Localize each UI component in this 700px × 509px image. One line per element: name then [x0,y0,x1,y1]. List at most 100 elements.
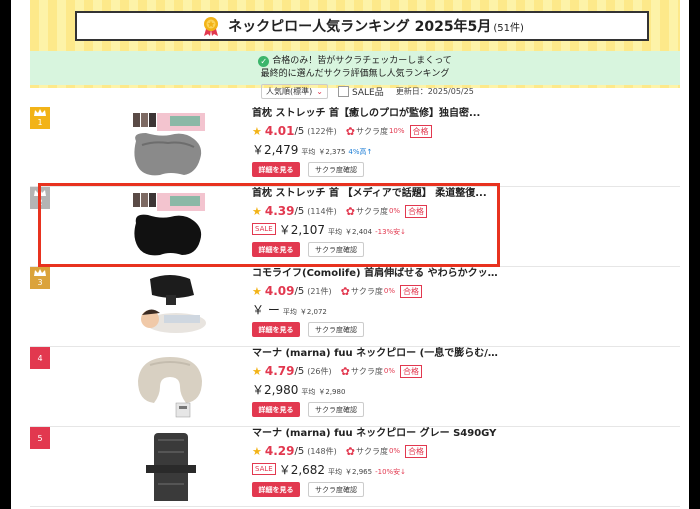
product-row: 3 コモライフ(Comolife) 首肩伸ばせる やわらかクッショ... ★ 4… [30,267,680,347]
banner-line-2: 最終的に選んだサクラ評価無し人気ランキング [260,69,450,79]
page-title: ネックピロー人気ランキング 2025年5月 [228,19,492,35]
star-icon: ★ [252,364,262,378]
detail-button[interactable]: 詳細を見る [252,482,300,497]
review-count: (26件) [307,366,332,376]
crown-icon [34,269,46,276]
sakura-score: ✿ サクラ度 10% [346,125,405,138]
product-info: マーナ (marna) fuu ネックピロー グレー S490GY ★ 4.29… [252,427,672,497]
rating-max: /5 [294,125,305,137]
crown-icon [34,109,46,116]
action-buttons: 詳細を見る サクラ度確認 [252,242,672,257]
price-line: SALE ￥2,107 平均 ￥2,404 -13%安↓ [252,221,672,237]
rating-score: 4.01 [264,124,295,138]
rating-max: /5 [294,205,305,217]
price-line: ￥ ー 平均 ￥2,072 [252,301,672,317]
sakura-check-button[interactable]: サクラ度確認 [308,402,364,417]
product-image[interactable] [130,191,210,261]
avg-price: ￥2,965 [345,468,373,476]
avg-price: ￥2,375 [318,148,346,156]
rating-line: ★ 4.29 /5 (148件) ✿ サクラ度 0% 合格 [252,443,672,459]
product-image[interactable] [130,111,210,181]
rating-score: 4.29 [264,444,295,458]
product-row: 1 首枕 ストレッチ 首【癒しのプロが監修】独自密... ★ 4.01 /5 (… [30,107,680,187]
rank-badge: 5 [30,427,50,449]
sakura-check-button[interactable]: サクラ度確認 [308,482,364,497]
rank-badge: 1 [30,107,50,129]
pass-badge: 合格 [399,284,422,298]
product-info: 首枕 ストレッチ 首 【メディアで話題】 柔道整復... ★ 4.39 /5 (… [252,187,672,257]
product-name[interactable]: マーナ (marna) fuu ネックピロー グレー S490GY [252,427,504,441]
price-line: ￥2,980 平均 ￥2,980 [252,381,672,397]
medal-icon [204,17,219,36]
price: ￥2,479 [252,143,299,157]
sakura-percent: 0% [388,447,401,455]
sakura-check-button[interactable]: サクラ度確認 [308,162,364,177]
product-row: 4 マーナ (marna) fuu ネックピロー (一息で膨らむ/たた... ★… [30,347,680,427]
sakura-flower-icon: ✿ [345,124,355,138]
product-name[interactable]: コモライフ(Comolife) 首肩伸ばせる やわらかクッショ... [252,267,504,281]
review-count: (122件) [307,126,337,136]
price-line: ￥2,479 平均 ￥2,375 4%高↑ [252,141,672,157]
avg-price-label: 平均 [328,228,343,236]
review-count: (148件) [307,446,337,456]
star-icon: ★ [252,284,262,298]
sale-filter[interactable]: SALE品 [337,85,384,98]
pass-badge: 合格 [405,444,428,458]
rank-number: 3 [37,278,43,287]
pass-badge: 合格 [399,364,422,378]
info-banner: ✓ 合格のみ！皆がサクラチェッカーしまくって 最終的に選んだサクラ評価無し人気ラ… [30,51,680,85]
avg-price-label: 平均 [328,468,343,476]
price-diff: 4%高↑ [348,148,373,156]
detail-button[interactable]: 詳細を見る [252,402,300,417]
sakura-flower-icon: ✿ [340,284,350,298]
rank-badge: 3 [30,267,50,289]
sale-tag: SALE [252,463,276,475]
price: ￥ ー [252,303,280,317]
sale-checkbox[interactable] [337,85,349,97]
avg-price-label: 平均 [282,308,297,316]
sakura-check-button[interactable]: サクラ度確認 [308,242,364,257]
sakura-score: ✿ サクラ度 0% [346,205,400,218]
detail-button[interactable]: 詳細を見る [252,322,300,337]
sakura-check-button[interactable]: サクラ度確認 [308,322,364,337]
sale-tag: SALE [252,223,276,235]
product-image[interactable] [130,431,210,501]
price-diff: -13%安↓ [375,228,407,236]
sakura-label: サクラ度 [350,286,383,296]
detail-button[interactable]: 詳細を見る [252,242,300,257]
avg-price: ￥2,404 [345,228,373,236]
sort-select[interactable]: 人気順(標準) ⌄ [261,83,328,99]
rating-max: /5 [294,285,305,297]
rating-line: ★ 4.39 /5 (114件) ✿ サクラ度 0% 合格 [252,203,672,219]
product-name[interactable]: 首枕 ストレッチ 首【癒しのプロが監修】独自密... [252,107,504,121]
action-buttons: 詳細を見る サクラ度確認 [252,162,672,177]
sakura-label: サクラ度 [350,366,383,376]
sakura-percent: 10% [388,127,405,135]
product-name[interactable]: 首枕 ストレッチ 首 【メディアで話題】 柔道整復... [252,187,504,201]
price: ￥2,682 [278,463,326,477]
price-line: SALE ￥2,682 平均 ￥2,965 -10%安↓ [252,461,672,477]
pass-badge: 合格 [405,204,428,218]
rank-badge: 4 [30,347,50,369]
banner-line-1: 合格のみ！皆がサクラチェッカーしまくって [272,56,452,66]
product-info: コモライフ(Comolife) 首肩伸ばせる やわらかクッショ... ★ 4.0… [252,267,672,337]
avg-price-label: 平均 [301,148,316,156]
product-name[interactable]: マーナ (marna) fuu ネックピロー (一息で膨らむ/たた... [252,347,504,361]
ranking-header: ネックピロー人気ランキング 2025年5月 (51件) ✓ 合格のみ！皆がサクラ… [30,0,680,88]
rating-line: ★ 4.01 /5 (122件) ✿ サクラ度 10% 合格 [252,123,672,139]
rating-line: ★ 4.79 /5 (26件) ✿ サクラ度 0% 合格 [252,363,672,379]
sakura-flower-icon: ✿ [345,204,355,218]
detail-button[interactable]: 詳細を見る [252,162,300,177]
star-icon: ★ [252,204,262,218]
product-image[interactable] [130,351,210,421]
rating-line: ★ 4.09 /5 (21件) ✿ サクラ度 0% 合格 [252,283,672,299]
sakura-label: サクラ度 [355,206,388,216]
product-image[interactable] [130,271,210,341]
sort-select-value: 人気順(標準) [266,86,313,96]
product-info: マーナ (marna) fuu ネックピロー (一息で膨らむ/たた... ★ 4… [252,347,672,417]
review-count: (21件) [307,286,332,296]
sakura-percent: 0% [383,367,395,375]
sakura-flower-icon: ✿ [345,444,355,458]
sakura-score: ✿ サクラ度 0% [346,445,400,458]
avg-price-label: 平均 [301,388,316,396]
